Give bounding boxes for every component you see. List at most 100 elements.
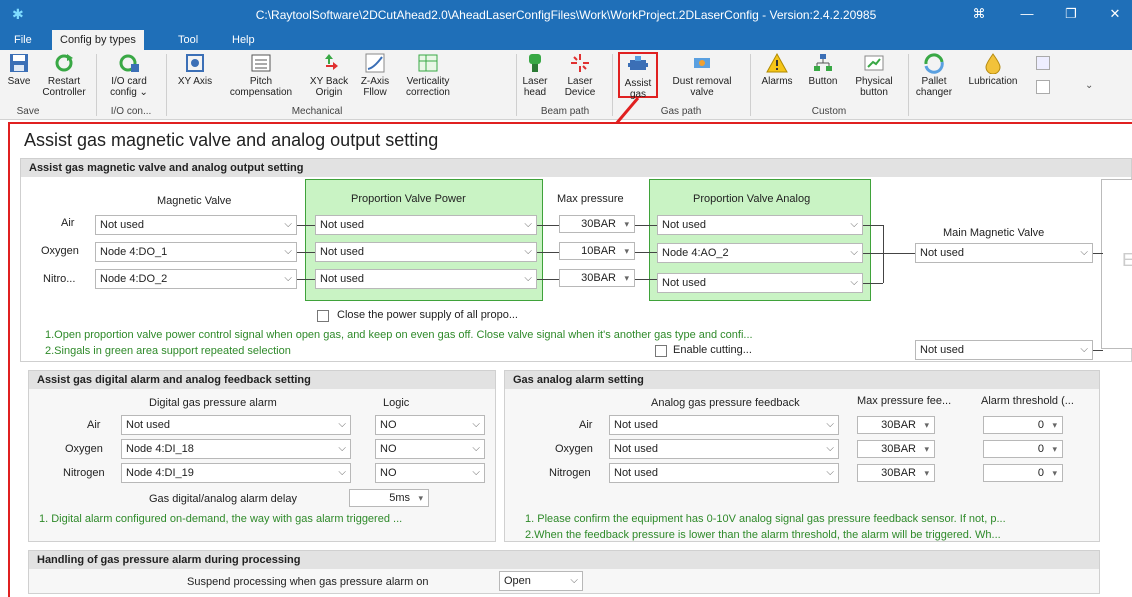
- menu-config-by-types[interactable]: Config by types: [52, 30, 144, 50]
- maximize-button[interactable]: ❐: [1056, 4, 1086, 24]
- spin-arrow-icon: ▾: [418, 493, 423, 503]
- connector-line: [883, 225, 884, 283]
- alarm-threshold-air-spin[interactable]: 0 ▾: [983, 416, 1063, 434]
- spin-arrow-icon: ▾: [924, 420, 929, 430]
- chevron-down-icon: ⌵: [284, 273, 292, 284]
- ribbon-small-icon[interactable]: [1036, 56, 1050, 70]
- col-header-alarm-threshold: Alarm threshold (...: [981, 395, 1074, 407]
- proportion-power-nitrogen-select[interactable]: Not used ⌵: [315, 269, 537, 289]
- alarms-button[interactable]: Alarms: [756, 52, 798, 102]
- row-label-air: Air: [87, 419, 101, 431]
- proportion-power-oxygen-select[interactable]: Not used ⌵: [315, 242, 537, 262]
- magnetic-valve-oxygen-select[interactable]: Node 4:DO_1 ⌵: [95, 242, 297, 262]
- chevron-down-icon: ⌵: [524, 273, 532, 284]
- connector-line: [297, 279, 315, 280]
- main-magnetic-valve-select[interactable]: Not used ⌵: [915, 243, 1093, 263]
- analog-feedback-air-select[interactable]: Not used ⌵: [609, 415, 839, 435]
- menu-tool[interactable]: Tool: [170, 30, 206, 50]
- io-card-config-button[interactable]: I/O card config ⌄: [100, 52, 158, 102]
- max-pressure-nitrogen-spin[interactable]: 30BAR ▾: [559, 269, 635, 287]
- col-header-proportion-valve-power: Proportion Valve Power: [351, 193, 466, 205]
- side-preview-panel: E: [1101, 179, 1132, 349]
- digital-alarm-oxygen-select[interactable]: Node 4:DI_18 ⌵: [121, 439, 351, 459]
- io-config-icon: [119, 54, 139, 72]
- col-header-proportion-valve-analog: Proportion Valve Analog: [693, 193, 811, 205]
- laser-head-button[interactable]: Laser head: [520, 52, 550, 102]
- proportion-analog-oxygen-select[interactable]: Node 4:AO_2 ⌵: [657, 243, 863, 263]
- laser-head-icon: [529, 54, 541, 72]
- section-gas-alarm-handling: Handling of gas pressure alarm during pr…: [28, 550, 1100, 594]
- xy-axis-button[interactable]: XY Axis: [172, 52, 218, 102]
- warning-icon: [766, 52, 788, 73]
- verticality-correction-button[interactable]: Verticality correction: [396, 52, 460, 102]
- physical-button-icon: [864, 55, 884, 71]
- magnetic-valve-air-select[interactable]: Not used ⌵: [95, 215, 297, 235]
- digital-alarm-air-select[interactable]: Not used ⌵: [121, 415, 351, 435]
- col-header-max-pressure-feedback: Max pressure fee...: [857, 395, 952, 407]
- connector-line: [863, 283, 883, 284]
- max-pressure-feedback-nitrogen-spin[interactable]: 30BAR ▾: [857, 464, 935, 482]
- close-button[interactable]: ✕: [1100, 4, 1130, 24]
- enable-cutting-select[interactable]: Not used ⌵: [915, 340, 1093, 360]
- connector-line: [635, 252, 657, 253]
- laser-burst-icon: [571, 54, 589, 72]
- alarm-threshold-nitrogen-spin[interactable]: 0 ▾: [983, 464, 1063, 482]
- enable-cutting-checkbox[interactable]: [655, 345, 667, 357]
- max-pressure-feedback-oxygen-spin[interactable]: 30BAR ▾: [857, 440, 935, 458]
- suspend-processing-label: Suspend processing when gas pressure ala…: [187, 576, 429, 588]
- chevron-down-icon: ⌵: [570, 575, 578, 586]
- max-pressure-feedback-air-spin[interactable]: 30BAR ▾: [857, 416, 935, 434]
- chevron-down-icon: ⌵: [1080, 344, 1088, 355]
- connector-line: [863, 253, 883, 254]
- max-pressure-air-spin[interactable]: 30BAR ▾: [559, 215, 635, 233]
- digital-alarm-nitrogen-select[interactable]: Node 4:DI_19 ⌵: [121, 463, 351, 483]
- ribbon-separator: [166, 54, 167, 116]
- connector-line: [537, 252, 559, 253]
- alarm-threshold-oxygen-spin[interactable]: 0 ▾: [983, 440, 1063, 458]
- physical-button-button[interactable]: Physical button: [848, 52, 900, 102]
- custom-button-button[interactable]: Button: [800, 52, 846, 102]
- row-label-nitrogen: Nitrogen: [549, 467, 591, 479]
- menu-file[interactable]: File: [6, 30, 40, 50]
- menu-help[interactable]: Help: [224, 30, 263, 50]
- dust-removal-valve-button[interactable]: Dust removal valve: [662, 52, 742, 102]
- save-button[interactable]: Save: [4, 52, 34, 102]
- xy-back-origin-button[interactable]: XY Back Origin: [304, 52, 354, 102]
- logic-air-select[interactable]: NO ⌵: [375, 415, 485, 435]
- pallet-changer-button[interactable]: Pallet changer: [912, 52, 956, 102]
- suspend-processing-select[interactable]: Open ⌵: [499, 571, 583, 591]
- restore-layout-icon[interactable]: ⌘: [964, 4, 994, 24]
- z-axis-follow-button[interactable]: Z-Axis Fllow: [356, 52, 394, 102]
- ribbon-small-icon[interactable]: [1036, 80, 1050, 94]
- analog-alarm-note-2: 2.When the feedback pressure is lower th…: [525, 529, 1001, 541]
- analog-feedback-nitrogen-select[interactable]: Not used ⌵: [609, 463, 839, 483]
- minimize-button[interactable]: —: [1012, 4, 1042, 24]
- lubrication-button[interactable]: Lubrication: [962, 52, 1024, 102]
- connector-line: [1093, 350, 1103, 351]
- ribbon-collapse-icon[interactable]: ⌄: [1085, 80, 1093, 91]
- magnetic-valve-nitrogen-select[interactable]: Node 4:DO_2 ⌵: [95, 269, 297, 289]
- chevron-down-icon: ⌵: [524, 246, 532, 257]
- group-label-io: I/O con...: [110, 106, 152, 117]
- section-header: Assist gas digital alarm and analog feed…: [29, 371, 495, 389]
- row-label-oxygen: Oxygen: [65, 443, 103, 455]
- logic-nitrogen-select[interactable]: NO ⌵: [375, 463, 485, 483]
- section-analog-alarm: Gas analog alarm setting Analog gas pres…: [504, 370, 1100, 542]
- logic-oxygen-select[interactable]: NO ⌵: [375, 439, 485, 459]
- section-header: Gas analog alarm setting: [505, 371, 1099, 389]
- proportion-analog-nitrogen-select[interactable]: Not used ⌵: [657, 273, 863, 293]
- restart-controller-button[interactable]: Restart Controller: [36, 52, 92, 102]
- max-pressure-oxygen-spin[interactable]: 10BAR ▾: [559, 242, 635, 260]
- grid-icon: [251, 54, 271, 72]
- spin-arrow-icon: ▾: [1052, 420, 1057, 430]
- proportion-analog-air-select[interactable]: Not used ⌵: [657, 215, 863, 235]
- analog-feedback-oxygen-select[interactable]: Not used ⌵: [609, 439, 839, 459]
- pitch-compensation-button[interactable]: Pitch compensation: [222, 52, 300, 102]
- section-header: Handling of gas pressure alarm during pr…: [29, 551, 1099, 569]
- proportion-power-air-select[interactable]: Not used ⌵: [315, 215, 537, 235]
- chevron-down-icon: ⌵: [850, 219, 858, 230]
- connector-line: [537, 279, 559, 280]
- alarm-delay-spin[interactable]: 5ms ▾: [349, 489, 429, 507]
- close-power-checkbox[interactable]: [317, 310, 329, 322]
- col-header-analog-feedback: Analog gas pressure feedback: [651, 397, 800, 409]
